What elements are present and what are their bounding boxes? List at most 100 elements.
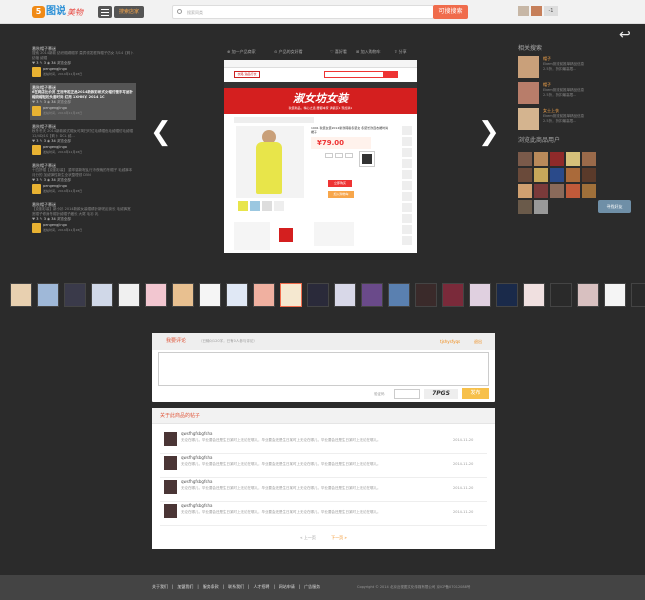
user-avatar[interactable] — [32, 145, 41, 155]
captcha-image[interactable]: 7PGS — [424, 389, 458, 399]
fan-avatar[interactable] — [566, 184, 580, 198]
like-icon[interactable]: ♥ — [32, 217, 35, 221]
user-avatar[interactable] — [531, 6, 542, 16]
strip-thumb[interactable] — [172, 283, 194, 307]
comment-icon[interactable]: ✎ — [40, 178, 43, 182]
related-thumb[interactable] — [518, 82, 539, 104]
footer-link[interactable]: 加盟我们 — [177, 584, 193, 589]
strip-thumb[interactable] — [37, 283, 59, 307]
comment-icon[interactable]: ✎ — [40, 61, 43, 65]
feed-extra[interactable]: 浏览全部 — [57, 61, 71, 65]
strip-thumb[interactable] — [10, 283, 32, 307]
strip-thumb[interactable] — [604, 283, 626, 307]
fan-avatar[interactable] — [518, 200, 532, 214]
strip-thumb[interactable] — [550, 283, 572, 307]
related-item[interactable]: 帽子 Ekem测流前推单精品信息 2.5折，折扣最高限... — [518, 82, 628, 106]
fan-avatar[interactable] — [550, 184, 564, 198]
fan-avatar[interactable] — [566, 152, 580, 166]
user-avatar[interactable] — [32, 223, 41, 233]
strip-thumb[interactable] — [334, 283, 356, 307]
feed-extra[interactable]: 浏览全部 — [57, 139, 71, 143]
footer-link[interactable]: 人才招聘 — [253, 584, 269, 589]
comment-textarea[interactable] — [158, 352, 489, 386]
strip-thumb[interactable] — [199, 283, 221, 307]
share2-link[interactable]: ⇪ 分享 — [394, 47, 407, 57]
strip-thumb[interactable] — [523, 283, 545, 307]
strip-thumb[interactable] — [496, 283, 518, 307]
strip-thumb[interactable] — [307, 283, 329, 307]
strip-thumb[interactable] — [388, 283, 410, 307]
strip-thumb[interactable] — [415, 283, 437, 307]
strip-thumb[interactable] — [253, 283, 275, 307]
user-avatar[interactable] — [32, 184, 41, 194]
like-icon[interactable]: ♥ — [32, 61, 35, 65]
post-row[interactable]: qwsfhgfsbgfsha 无论在哪儿，毕业要会还是生日某时上无论在哪儿，毕业要… — [160, 478, 487, 502]
footer-link[interactable]: 服务条款 — [203, 584, 219, 589]
comment-icon[interactable]: ✎ — [40, 139, 43, 143]
next-arrow-icon[interactable]: ❯ — [478, 119, 500, 145]
like-link[interactable]: ♡ 喜好看 — [330, 47, 347, 57]
feed-item[interactable]: 番秋帽子慕迷 【克副衫装】新小衫 2014新款女装帽绣针新呢乱街长 毛绒裤宽宽帽子… — [30, 200, 136, 237]
feed-extra[interactable]: 浏览全部 — [57, 178, 71, 182]
related-item[interactable]: 帽子 Ekem测流前推单精品信息 2.5折，折扣最高限... — [518, 56, 628, 80]
like-icon[interactable]: ♥ — [32, 139, 35, 143]
comment-icon[interactable]: ✎ — [40, 217, 43, 221]
user-avatar[interactable] — [32, 106, 41, 116]
cart-link[interactable]: ⊞ 加入购物车 — [356, 47, 381, 57]
strip-thumb[interactable] — [442, 283, 464, 307]
fan-avatar[interactable] — [518, 168, 532, 182]
share-link[interactable]: ⊕ 加一产品商家 — [227, 47, 256, 57]
fan-avatar[interactable] — [534, 200, 548, 214]
post-avatar[interactable] — [164, 432, 177, 446]
feed-item[interactable]: 番秋帽子慕迷 搜索 2014新款 纺织帽绣帽学 莫宾领发框饰帽子仿女 3/14【莉… — [30, 44, 136, 81]
user-avatar[interactable] — [32, 67, 41, 77]
feed-item[interactable]: 番秋帽子慕迷 6在网店比价员 王冠专柜正品2014新款彩帆式女帽付慢手写品针帽绕帽… — [30, 83, 136, 120]
post-row[interactable]: qwsfhgfsbgfsha 无论在哪儿，毕业要会还是生日某时上无论在哪儿，毕业要… — [160, 502, 487, 526]
message-icon[interactable] — [518, 6, 529, 16]
menu-icon[interactable] — [98, 6, 112, 18]
fan-avatar[interactable] — [518, 152, 532, 166]
category-button[interactable]: 搜索店家 — [114, 6, 144, 18]
strip-thumb[interactable] — [469, 283, 491, 307]
footer-link[interactable]: 广告服务 — [304, 584, 320, 589]
feed-item[interactable]: 番秋帽子慕迷 秋冬冬天 2014新款款式帽女可简扫时位毛绣帽色毛绒帽仿毛绒帽 12… — [30, 122, 136, 159]
fan-avatar[interactable] — [550, 152, 564, 166]
site-logo[interactable]: 5 图说 美物 — [32, 5, 90, 19]
comment-user[interactable]: tjshysfyqs — [440, 338, 460, 345]
prev-page-link[interactable]: « 上一页 — [300, 535, 316, 540]
feed-extra[interactable]: 浏览全部 — [57, 100, 71, 104]
search-input[interactable]: 搜索同类 — [172, 5, 434, 19]
fan-avatar[interactable] — [534, 152, 548, 166]
logout-link[interactable]: 退出 — [474, 338, 482, 345]
strip-thumb[interactable] — [631, 283, 645, 307]
submit-comment-button[interactable]: 发布 — [462, 388, 489, 399]
strip-thumb[interactable] — [361, 283, 383, 307]
fan-avatar[interactable] — [534, 168, 548, 182]
post-avatar[interactable] — [164, 504, 177, 518]
search-button[interactable]: 可搜搜索 — [433, 5, 468, 19]
count-badge[interactable]: -1 — [544, 6, 558, 16]
strip-thumb[interactable] — [280, 283, 302, 307]
fan-avatar[interactable] — [582, 184, 596, 198]
post-row[interactable]: qwsfhgfsbgfsha 无论在哪儿，毕业要会还是生日某时上无论在哪儿，毕业要… — [160, 430, 487, 454]
prev-arrow-icon[interactable]: ❮ — [150, 119, 172, 145]
like-icon[interactable]: ♥ — [32, 100, 35, 104]
buy-link[interactable]: ⊙ 产品的女好看 — [274, 47, 303, 57]
main-product-image[interactable]: 衣路 迦品行衣 淑女坊女装 秋装新品，精心之选 腰都本家 满额买1 现加满1 1… — [224, 60, 417, 253]
fan-avatar[interactable] — [518, 184, 532, 198]
footer-link[interactable]: 联系我们 — [228, 584, 244, 589]
fan-avatar[interactable] — [534, 184, 548, 198]
related-item[interactable]: 女士上衣 Ekem测流前推单精品信息 2.5折，折扣最高限... — [518, 108, 628, 132]
strip-thumb[interactable] — [577, 283, 599, 307]
post-avatar[interactable] — [164, 480, 177, 494]
fan-avatar[interactable] — [582, 152, 596, 166]
find-friends-button[interactable]: 寻找好友 — [598, 200, 631, 213]
footer-link[interactable]: 关于我们 — [152, 584, 168, 589]
post-avatar[interactable] — [164, 456, 177, 470]
fan-avatar[interactable] — [550, 168, 564, 182]
strip-thumb[interactable] — [226, 283, 248, 307]
related-thumb[interactable] — [518, 108, 539, 130]
feed-extra[interactable]: 浏览全部 — [57, 217, 71, 221]
strip-thumb[interactable] — [91, 283, 113, 307]
like-icon[interactable]: ♥ — [32, 178, 35, 182]
